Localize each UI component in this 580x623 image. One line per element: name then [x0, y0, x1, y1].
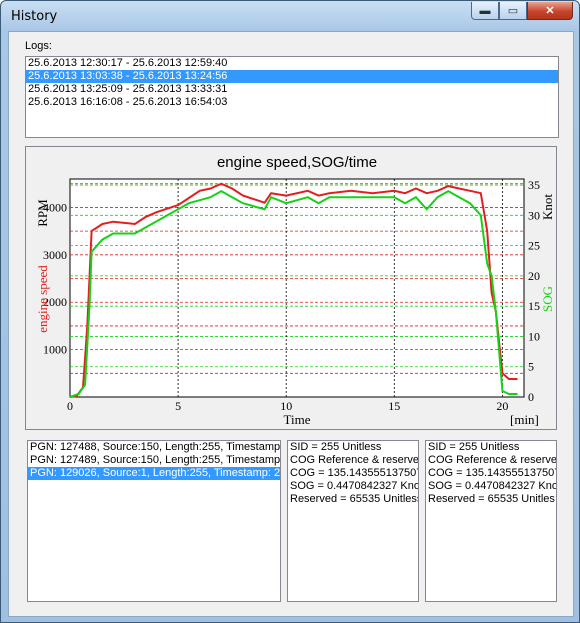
window-title: History: [11, 9, 58, 24]
log-item[interactable]: 25.6.2013 13:03:38 - 25.6.2013 13:24:56: [26, 70, 558, 83]
client-area: Logs: 25.6.2013 12:30:17 - 25.6.2013 12:…: [8, 31, 574, 617]
detail-line[interactable]: COG Reference & reserve: [426, 454, 556, 467]
y-left-axis-label: engine speed: [35, 265, 50, 333]
y-right-tick-label: 15: [528, 299, 540, 313]
y-right-tick-label: 35: [528, 178, 540, 192]
detail-line[interactable]: SOG = 0.4470842327 Knot: [288, 480, 418, 493]
pgn-detail-left[interactable]: SID = 255 Unitless COG Reference & reserv…: [287, 440, 419, 602]
detail-line[interactable]: SID = 255 Unitless: [426, 441, 556, 454]
chart-panel: engine speed,SOG/time 0 5 10 15 20 1000 2000 300…: [25, 146, 557, 430]
minimize-icon: ▬: [479, 4, 491, 17]
logs-listbox[interactable]: 25.6.2013 12:30:17 - 25.6.2013 12:59:40 2…: [25, 56, 559, 138]
history-window: History ▬ ▭ ✕ Logs: 25.6.2013 12:30:17 -…: [0, 0, 580, 623]
y-right-tick-label: 0: [528, 390, 534, 404]
x-axis-unit: [min]: [510, 412, 539, 427]
log-item[interactable]: 25.6.2013 16:16:08 - 25.6.2013 16:54:03: [26, 96, 558, 109]
detail-line[interactable]: COG Reference & reserved: [288, 454, 418, 467]
y-right-tick-label: 5: [528, 360, 534, 374]
log-item[interactable]: 25.6.2013 13:25:09 - 25.6.2013 13:33:31: [26, 83, 558, 96]
detail-line[interactable]: Reserved = 65535 Unitles: [426, 493, 556, 506]
y-right-unit: Knot: [540, 194, 555, 220]
log-item[interactable]: 25.6.2013 12:30:17 - 25.6.2013 12:59:40: [26, 57, 558, 70]
x-tick-label: 15: [388, 399, 400, 413]
y-right-tick-label: 25: [528, 239, 540, 253]
y-left-tick-label: 1000: [43, 343, 67, 357]
y-right-tick-label: 20: [528, 269, 540, 283]
y-right-tick-label: 30: [528, 208, 540, 222]
pgn-item[interactable]: PGN: 127488, Source:150, Length:255, Tim…: [28, 441, 280, 454]
x-tick-label: 5: [175, 399, 181, 413]
detail-line[interactable]: Reserved = 65535 Unitless: [288, 493, 418, 506]
x-tick-label: 0: [67, 399, 73, 413]
pgn-item[interactable]: PGN: 129026, Source:1, Length:255, Times…: [28, 467, 280, 480]
logs-label: Logs:: [25, 40, 52, 52]
window-controls: ▬ ▭ ✕: [471, 2, 573, 20]
minimize-button[interactable]: ▬: [471, 2, 499, 20]
y-left-unit: RPM: [35, 199, 50, 227]
detail-line[interactable]: COG = 135.143555137507: [288, 467, 418, 480]
pgn-item[interactable]: PGN: 127489, Source:150, Length:255, Tim…: [28, 454, 280, 467]
pgn-detail-right[interactable]: SID = 255 Unitless COG Reference & reserv…: [425, 440, 557, 602]
close-icon: ✕: [545, 5, 555, 17]
y-right-axis-label: SOG: [540, 286, 555, 312]
detail-line[interactable]: SOG = 0.4470842327 Kno: [426, 480, 556, 493]
plot-area: [69, 178, 525, 398]
detail-line[interactable]: COG = 135.143555137507: [426, 467, 556, 480]
pgn-listbox[interactable]: PGN: 127488, Source:150, Length:255, Tim…: [27, 440, 281, 602]
y-left-tick-label: 3000: [43, 248, 67, 262]
y-right-tick-label: 10: [528, 329, 540, 343]
chart-svg: engine speed,SOG/time0 5 10 15 2010002000300…: [35, 154, 555, 427]
x-tick-label: 20: [496, 399, 508, 413]
detail-line[interactable]: SID = 255 Unitless: [288, 441, 418, 454]
maximize-button[interactable]: ▭: [499, 2, 527, 20]
maximize-icon: ▭: [507, 5, 519, 17]
title-bar[interactable]: History ▬ ▭ ✕: [1, 1, 579, 31]
x-tick-label: 10: [280, 399, 292, 413]
close-button[interactable]: ✕: [527, 2, 573, 20]
x-axis-label: Time: [284, 412, 311, 427]
chart-title: engine speed,SOG/time: [217, 154, 377, 171]
